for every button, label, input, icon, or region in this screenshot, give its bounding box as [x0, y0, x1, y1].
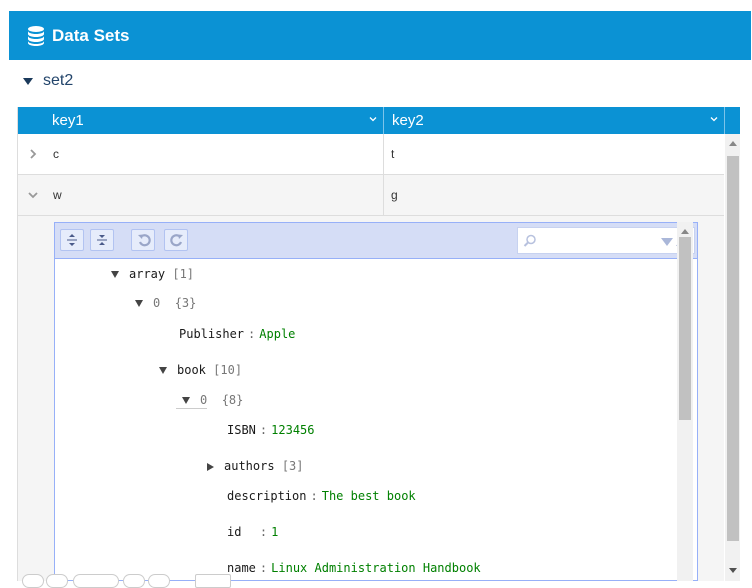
search-next-icon[interactable] — [661, 238, 673, 246]
node-key[interactable]: array — [129, 267, 165, 281]
data-sets-header: Data Sets — [9, 11, 751, 60]
grid-scrollbar[interactable] — [725, 134, 740, 581]
tree-node-array[interactable]: array [1] — [111, 264, 194, 284]
page-title: Data Sets — [52, 25, 130, 45]
tree-node-book[interactable]: book [10] — [159, 360, 242, 380]
cell-key1: c — [53, 147, 59, 161]
pager-page-input[interactable] — [73, 574, 119, 588]
key-value-separator: : — [259, 561, 268, 575]
node-key[interactable]: name — [227, 561, 256, 575]
node-index: 0 — [153, 296, 161, 310]
caret-down-icon[interactable] — [111, 271, 119, 278]
caret-down-icon — [23, 77, 33, 85]
tree-node-publisher[interactable]: Publisher: Apple — [179, 324, 295, 344]
collapse-all-icon — [97, 235, 107, 245]
node-key[interactable]: Publisher — [179, 327, 244, 341]
key-value-separator: : — [259, 423, 268, 437]
caret-right-icon[interactable] — [207, 462, 214, 471]
pager-size-select[interactable] — [195, 574, 231, 588]
search-icon — [523, 234, 536, 247]
column-header-label: key1 — [52, 112, 84, 129]
chevron-down-icon[interactable] — [26, 188, 40, 202]
node-count: {3} — [174, 296, 197, 310]
node-count: [1] — [172, 267, 195, 281]
node-key[interactable]: ISBN — [227, 423, 256, 437]
collapse-all-button[interactable] — [90, 229, 114, 251]
chevron-down-icon[interactable] — [710, 115, 718, 123]
tree-node-isbn[interactable]: ISBN:123456 — [227, 420, 315, 440]
node-key[interactable]: id — [227, 525, 241, 539]
node-count: [3] — [281, 459, 304, 473]
tree-node-description[interactable]: description: The best book — [227, 486, 416, 506]
chevron-down-icon[interactable] — [369, 115, 377, 123]
expand-all-button[interactable] — [60, 229, 84, 251]
scrollbar-thumb[interactable] — [679, 237, 691, 420]
redo-icon — [170, 234, 183, 247]
node-expander-box[interactable]: 0 — [176, 393, 208, 409]
column-divider — [383, 134, 384, 174]
editor-scrollbar[interactable] — [677, 222, 693, 581]
redo-button[interactable] — [164, 229, 188, 251]
node-index: 0 — [200, 393, 208, 407]
node-value[interactable]: 1 — [271, 525, 278, 539]
editor-search-box — [517, 227, 695, 254]
node-key[interactable]: book — [177, 363, 206, 377]
scroll-up-icon[interactable] — [729, 141, 737, 146]
column-divider — [383, 175, 384, 215]
node-value[interactable]: 123456 — [271, 423, 314, 437]
caret-down-icon[interactable] — [135, 300, 143, 307]
data-grid: key1 key2 c t w g array [1] 0 {3} Publis… — [17, 107, 740, 581]
key-value-separator: : — [248, 327, 256, 341]
node-value[interactable]: Linux Administration Handbook — [271, 561, 481, 575]
grid-pager — [17, 571, 231, 588]
column-header-label: key2 — [392, 112, 424, 129]
pager-prev-button[interactable] — [46, 574, 68, 588]
node-key[interactable]: description — [227, 489, 306, 503]
cell-key2: g — [391, 188, 398, 202]
scroll-down-icon[interactable] — [729, 568, 737, 573]
cell-key2: t — [391, 147, 395, 161]
node-count: [10] — [213, 363, 243, 377]
editor-toolbar — [55, 223, 697, 259]
pager-last-button[interactable] — [148, 574, 170, 588]
column-header-key1[interactable]: key1 — [18, 107, 384, 134]
node-count: {8} — [221, 393, 244, 407]
grid-header: key1 key2 — [18, 107, 740, 134]
tree-node-name[interactable]: name: Linux Administration Handbook — [227, 558, 481, 578]
node-value[interactable]: The best book — [322, 489, 416, 503]
set-toggle[interactable]: set2 — [23, 70, 73, 92]
table-row[interactable]: c t — [18, 134, 724, 175]
pager-next-button[interactable] — [123, 574, 145, 588]
expand-all-icon — [67, 234, 77, 246]
pager-first-button[interactable] — [22, 574, 44, 588]
key-value-separator: : — [259, 525, 268, 539]
caret-down-icon[interactable] — [159, 367, 167, 374]
tree-node-authors[interactable]: authors [3] — [207, 456, 304, 476]
column-header-spacer — [725, 107, 740, 134]
json-tree: array [1] 0 {3} Publisher: Apple book [10… — [55, 259, 697, 580]
json-editor: array [1] 0 {3} Publisher: Apple book [10… — [54, 222, 698, 581]
tree-node-item0[interactable]: 0 {3} — [135, 293, 196, 313]
undo-icon — [138, 234, 151, 247]
database-icon — [26, 25, 46, 47]
caret-down-icon[interactable] — [182, 397, 190, 404]
scrollbar-thumb[interactable] — [727, 156, 739, 541]
set-name: set2 — [43, 72, 74, 89]
scroll-up-icon[interactable] — [681, 229, 689, 234]
undo-button[interactable] — [131, 229, 155, 251]
node-value[interactable]: Apple — [259, 327, 295, 341]
cell-key1: w — [53, 188, 62, 202]
key-value-separator: : — [310, 489, 318, 503]
table-row[interactable]: w g — [18, 175, 724, 216]
chevron-right-icon[interactable] — [26, 147, 40, 161]
search-input[interactable] — [542, 231, 656, 252]
column-header-key2[interactable]: key2 — [384, 107, 725, 134]
tree-node-id[interactable]: id :1 — [227, 522, 278, 542]
node-key[interactable]: authors — [224, 459, 275, 473]
tree-node-book0[interactable]: 0 {8} — [176, 390, 243, 410]
